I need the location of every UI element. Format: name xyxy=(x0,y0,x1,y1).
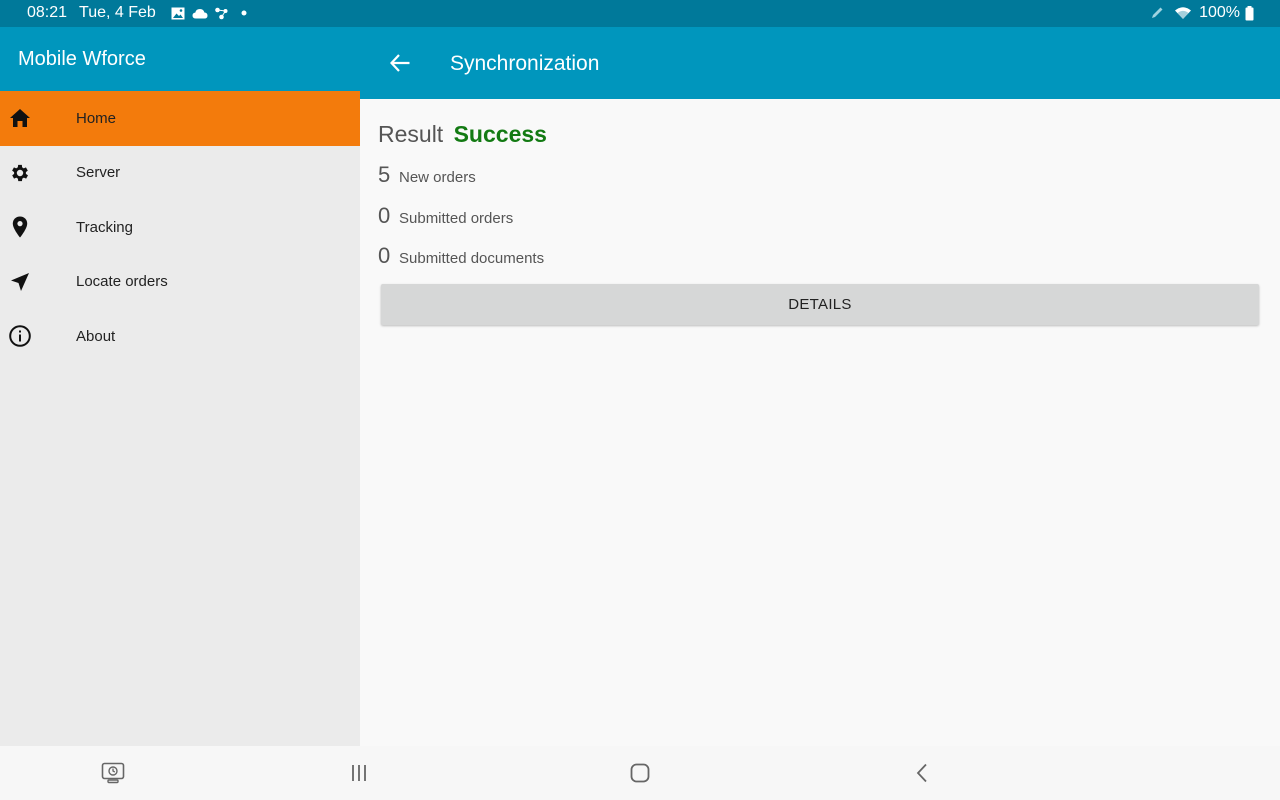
navigation-arrow-icon xyxy=(0,255,40,310)
stat-count: 5 xyxy=(378,162,391,187)
app-name: Mobile Wforce xyxy=(18,48,146,70)
home-icon xyxy=(0,91,40,146)
stat-count: 0 xyxy=(378,243,391,268)
back-chevron-icon xyxy=(915,763,929,783)
battery-icon xyxy=(1244,4,1254,22)
arrow-back-icon xyxy=(390,54,410,72)
status-date: Tue, 4 Feb xyxy=(79,4,156,21)
stat-new-orders: 5 New orders xyxy=(378,162,476,188)
result-label: Result xyxy=(378,121,444,147)
drawer-item-label: Tracking xyxy=(76,218,133,236)
drawer-item-label: Server xyxy=(76,164,121,182)
drawer-item-tracking[interactable]: Tracking xyxy=(0,200,360,255)
drawer-item-label: About xyxy=(76,327,116,345)
drawer-item-about[interactable]: About xyxy=(0,309,360,364)
gallery-icon xyxy=(168,4,188,22)
connection-icon xyxy=(212,4,232,22)
screen-recorder-button[interactable] xyxy=(100,760,126,786)
drawer-item-locate-orders[interactable]: Locate orders xyxy=(0,255,360,310)
location-pin-icon xyxy=(0,200,40,255)
dot-icon xyxy=(234,4,254,22)
screen-recorder-icon xyxy=(101,762,125,784)
battery-percentage: 100% xyxy=(1199,4,1240,21)
drawer-item-label: Home xyxy=(76,109,117,127)
drawer-header: Mobile Wforce xyxy=(0,27,360,91)
stat-count: 0 xyxy=(378,203,391,228)
stat-submitted-documents: 0 Submitted documents xyxy=(378,243,544,269)
status-bar: 08:21 Tue, 4 Feb 100% xyxy=(0,0,1280,27)
drawer-menu: Home Server Tracking Locate orders About xyxy=(0,91,360,364)
home-button[interactable] xyxy=(627,760,653,786)
drawer-item-home[interactable]: Home xyxy=(0,91,360,146)
app-bar: Synchronization xyxy=(360,27,1280,99)
pen-icon xyxy=(1147,4,1167,22)
home-circle-icon xyxy=(630,763,650,783)
result-line: Result Success xyxy=(378,121,547,148)
gear-icon xyxy=(0,146,40,201)
drawer-item-label: Locate orders xyxy=(76,273,168,291)
stat-label: Submitted documents xyxy=(399,250,545,267)
status-time: 08:21 xyxy=(27,4,68,21)
back-nav-button[interactable] xyxy=(909,760,935,786)
stat-label: New orders xyxy=(399,169,476,186)
wifi-icon xyxy=(1173,4,1193,22)
back-button[interactable] xyxy=(386,49,414,77)
stat-submitted-orders: 0 Submitted orders xyxy=(378,203,513,229)
details-button[interactable]: DETAILS xyxy=(381,284,1259,325)
page-title: Synchronization xyxy=(450,52,600,75)
result-value: Success xyxy=(453,121,547,147)
status-bar-left: 08:21 Tue, 4 Feb xyxy=(27,4,256,22)
info-icon xyxy=(0,309,40,364)
cloud-icon xyxy=(190,4,210,22)
recent-apps-button[interactable] xyxy=(346,760,372,786)
navigation-drawer: Mobile Wforce Home Server Tracking Locat… xyxy=(0,27,360,746)
stat-label: Submitted orders xyxy=(399,210,514,227)
status-bar-right: 100% xyxy=(1147,4,1256,22)
sync-result-panel: Result Success 5 New orders 0 Submitted … xyxy=(360,99,1280,746)
system-navigation-bar xyxy=(0,746,1280,800)
drawer-item-server[interactable]: Server xyxy=(0,146,360,201)
recent-apps-icon xyxy=(349,764,369,782)
